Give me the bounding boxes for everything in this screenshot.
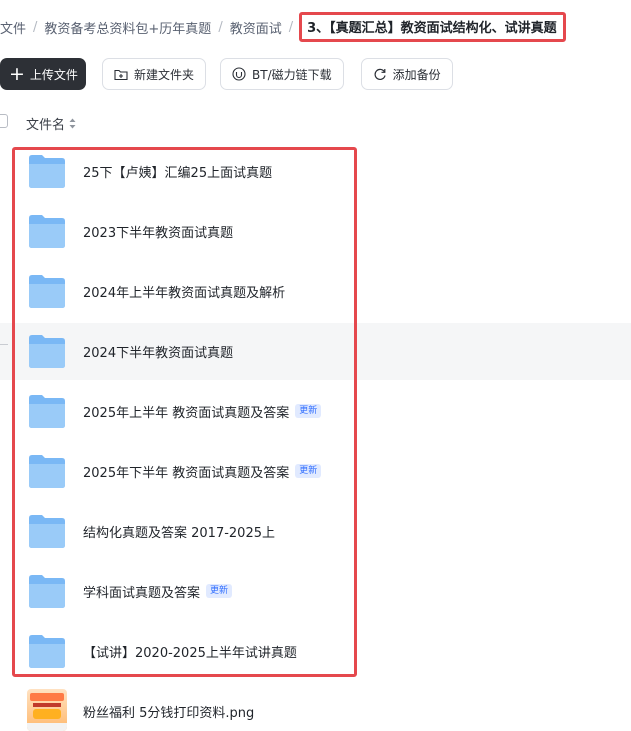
upload-button[interactable]: + 上传文件 (0, 58, 86, 90)
breadcrumb: 文件 / 教资备考总资料包+历年真题 / 教资面试 / 3、【真题汇总】教资面试… (0, 12, 566, 42)
bt-download-label: BT/磁力链下载 (252, 67, 332, 82)
select-all-checkbox[interactable] (0, 114, 8, 128)
list-item[interactable]: 粉丝福利 5分钱打印资料.png (0, 681, 631, 731)
toolbar: + 上传文件 新建文件夹 BT/磁力链下载 添加备份 (0, 58, 453, 90)
column-header-name[interactable]: 文件名 (26, 114, 76, 133)
sort-icon[interactable] (69, 118, 76, 129)
plus-icon: + (9, 62, 25, 85)
add-backup-label: 添加备份 (392, 67, 441, 82)
breadcrumb-separator: / (33, 19, 38, 35)
new-folder-icon (114, 67, 128, 81)
breadcrumb-item-files[interactable]: 文件 (0, 18, 26, 37)
list-header: 文件名 (0, 108, 631, 136)
breadcrumb-item-interview[interactable]: 教资面试 (230, 18, 282, 37)
breadcrumb-separator: / (218, 19, 223, 35)
new-folder-label: 新建文件夹 (134, 67, 195, 82)
image-thumbnail[interactable] (27, 689, 67, 731)
column-header-name-label: 文件名 (26, 118, 66, 133)
add-backup-button[interactable]: 添加备份 (360, 58, 453, 90)
file-name[interactable]: 粉丝福利 5分钱打印资料.png (83, 702, 254, 721)
magnet-icon (232, 67, 246, 81)
sync-icon (373, 67, 387, 81)
breadcrumb-item-package[interactable]: 教资备考总资料包+历年真题 (44, 18, 211, 37)
breadcrumb-current-folder: 3、【真题汇总】教资面试结构化、试讲真题 (299, 12, 566, 42)
new-folder-button[interactable]: 新建文件夹 (102, 58, 207, 90)
bt-download-button[interactable]: BT/磁力链下载 (220, 58, 344, 90)
upload-button-label: 上传文件 (29, 67, 78, 82)
annotation-highlight-box (12, 147, 357, 677)
breadcrumb-separator: / (288, 19, 294, 35)
